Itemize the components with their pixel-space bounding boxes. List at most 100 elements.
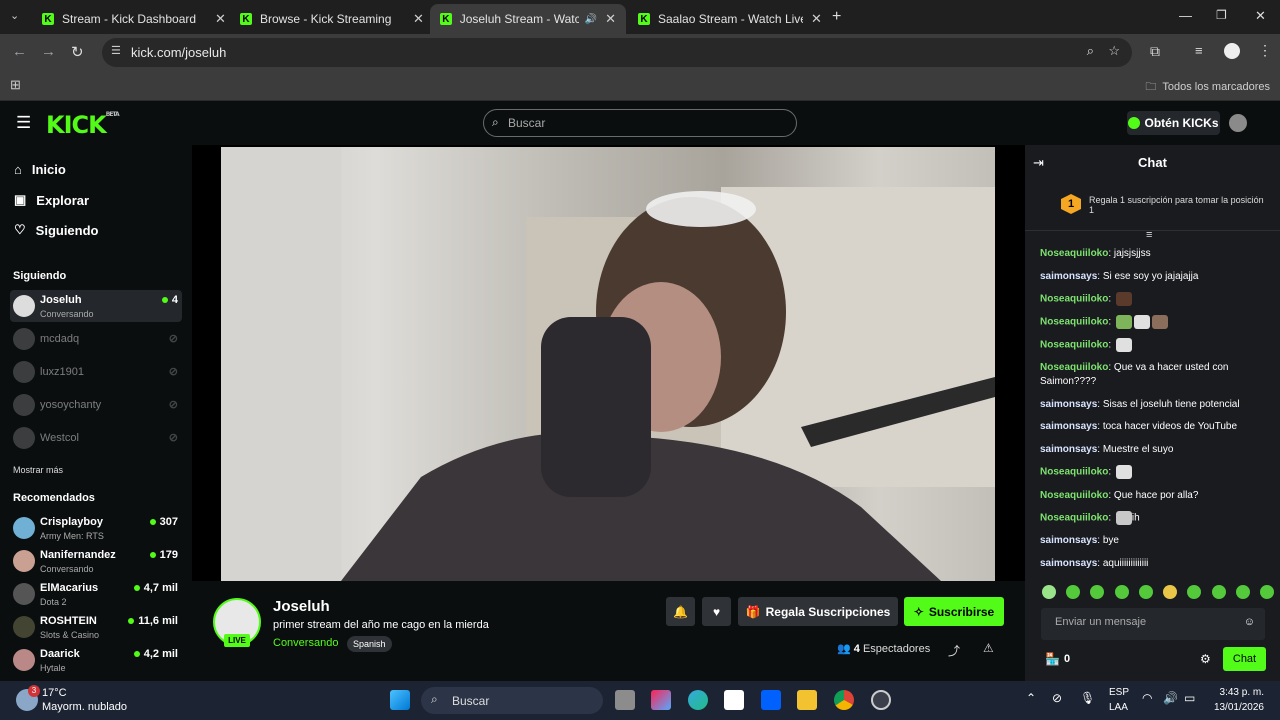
task-view-icon[interactable] [615,690,635,710]
emote-quick-icon[interactable] [1163,585,1178,599]
chat-username[interactable]: Noseaquiiloko [1040,362,1108,373]
emote-quick-icon[interactable] [1211,585,1226,599]
close-window-icon[interactable]: ✕ [1255,8,1266,24]
nav-siguiendo[interactable]: ♡ Siguiendo [14,222,99,238]
emote-quick-icon[interactable] [1066,585,1081,599]
all-bookmarks-link[interactable]: 🗀 Todos los marcadores [1145,78,1270,97]
tab-saalao-stream[interactable]: K Saalao Stream - Watch Live on ✕ [628,4,832,34]
store-icon[interactable] [724,690,744,710]
channel-westcol[interactable]: Westcol ⊘ [10,422,182,454]
apps-grid-icon[interactable]: ⊞ [10,77,21,93]
chat-username[interactable]: Noseaquiiloko [1040,317,1108,328]
chat-username[interactable]: saimonsays [1040,558,1097,569]
network-off-icon[interactable]: ⊘ [1052,691,1062,705]
language-bottom[interactable]: LAA [1109,702,1128,713]
emote-quick-icon[interactable] [1090,585,1105,599]
file-explorer-icon[interactable] [797,690,817,710]
channel-nanifernandez[interactable]: Nanifernandez Conversando 179 [10,545,182,577]
emote-quick-icon[interactable] [1235,585,1250,599]
tab-kick-dashboard[interactable]: K Stream - Kick Dashboard ✕ [32,4,236,34]
chat-username[interactable]: Noseaquiiloko [1040,340,1108,351]
chat-username[interactable]: Noseaquiiloko [1040,467,1108,478]
zoom-icon[interactable]: ⌕ [1087,43,1094,59]
chat-username[interactable]: saimonsays [1040,421,1097,432]
video-player[interactable] [192,145,1025,581]
wifi-icon[interactable]: ◠ [1142,691,1152,705]
channel-elmacarius[interactable]: ElMacarius Dota 2 4,7 mil [10,578,182,610]
channel-joseluh[interactable]: Joseluh Conversando 4 [10,290,182,322]
channel-daarick[interactable]: Daarick Hytale 4,2 mil [10,644,182,676]
emoji-picker-icon[interactable]: ☺ [1244,616,1255,628]
dropbox-icon[interactable] [761,690,781,710]
close-tab-icon[interactable]: ✕ [811,11,822,27]
site-info-icon[interactable]: ☰ [111,44,121,57]
emote-quick-icon[interactable] [1259,585,1274,599]
channel-roshtein[interactable]: ROSHTEIN Slots & Casino 11,6 mil [10,611,182,643]
channel-yosoychanty[interactable]: yosoychanty ⊘ [10,389,182,421]
channel-luxz1901[interactable]: luxz1901 ⊘ [10,356,182,388]
follow-button[interactable]: ♥ [702,597,731,626]
tab-search-chevron-icon[interactable]: ⌄ [10,9,19,22]
new-tab-icon[interactable]: + [832,8,841,26]
windows-start-icon[interactable] [390,690,410,710]
close-tab-icon[interactable]: ✕ [413,11,424,27]
streamer-name[interactable]: Joseluh [273,598,330,615]
chat-input[interactable] [1055,616,1235,628]
maximize-icon[interactable]: ❐ [1216,8,1227,22]
browser-menu-icon[interactable]: ⋮ [1258,42,1272,59]
emote-quick-icon[interactable] [1187,585,1202,599]
kick-logo[interactable]: KICKBETA [46,111,120,139]
show-hidden-icons-icon[interactable]: ⌃ [1026,691,1036,705]
back-icon[interactable]: ← [12,43,27,60]
media-control-icon[interactable]: ≡ [1195,43,1203,58]
emote-quick-icon[interactable] [1042,585,1056,599]
tab-joseluh-stream[interactable]: K Joseluh Stream - Watch Live 🔊 ✕ [430,4,626,34]
extensions-icon[interactable]: ⧉ [1150,43,1160,60]
channel-mcdadq[interactable]: mcdadq ⊘ [10,323,182,355]
gift-leaderboard[interactable]: 1 Regala 1 suscripción para tomar la pos… [1025,185,1280,231]
chat-username[interactable]: saimonsays [1040,271,1097,282]
gift-subs-button[interactable]: 🎁 Regala Suscripciones [738,597,898,626]
language-top[interactable]: ESP [1109,687,1129,698]
show-more-link[interactable]: Mostrar más [13,465,63,475]
nav-inicio[interactable]: ⌂ Inicio [14,162,66,177]
search-box[interactable]: ⌕ [483,109,797,137]
microphone-icon[interactable]: 🎙 [1080,691,1095,705]
speaker-icon[interactable]: 🔊 [585,14,597,25]
report-icon[interactable]: ⚠ [983,641,994,655]
edge-icon[interactable] [688,690,708,710]
chat-username[interactable]: saimonsays [1040,399,1097,410]
chat-username[interactable]: Noseaquiiloko [1040,513,1108,524]
clock-date[interactable]: 13/01/2026 [1208,702,1264,713]
send-chat-button[interactable]: Chat [1223,647,1266,671]
chrome-icon[interactable] [834,690,854,710]
bookmark-star-icon[interactable]: ☆ [1108,43,1120,59]
notifications-button[interactable]: 🔔 [666,597,695,626]
tab-browse-kick[interactable]: K Browse - Kick Streaming ✕ [230,4,434,34]
taskbar-search[interactable]: ⌕ Buscar [421,687,603,714]
chat-settings-icon[interactable]: ⚙ [1200,652,1211,666]
volume-icon[interactable]: 🔊 [1163,691,1178,705]
user-avatar[interactable] [1229,114,1247,132]
channel-crisplayboy[interactable]: Crisplayboy Army Men: RTS 307 [10,512,182,544]
chat-username[interactable]: Noseaquiiloko [1040,248,1108,259]
clock-time[interactable]: 3:43 p. m. [1212,687,1264,698]
forward-icon[interactable]: → [41,43,56,60]
close-tab-icon[interactable]: ✕ [605,11,616,27]
url-field[interactable]: ☰ kick.com/joseluh ⌕ ☆ [102,38,1132,67]
subscribe-button[interactable]: ✧ Suscribirse [904,597,1004,626]
chat-input-box[interactable]: ☺ [1041,608,1265,640]
language-tag[interactable]: Spanish [347,636,392,652]
kicks-store-icon[interactable]: 🏪 [1045,652,1060,666]
hamburger-menu-icon[interactable]: ☰ [16,113,31,133]
chat-username[interactable]: Noseaquiiloko [1040,490,1108,501]
stream-category[interactable]: Conversando [273,637,338,649]
share-icon[interactable]: ⤴ [948,642,960,659]
pinned-toggle-icon[interactable]: ≡ [1146,229,1152,241]
profile-avatar-icon[interactable] [1224,43,1240,59]
battery-icon[interactable]: ▭ [1184,691,1195,705]
chat-username[interactable]: saimonsays [1040,535,1097,546]
get-kicks-button[interactable]: Obtén KICKs [1127,111,1220,135]
close-tab-icon[interactable]: ✕ [215,11,226,27]
chat-username[interactable]: saimonsays [1040,444,1097,455]
